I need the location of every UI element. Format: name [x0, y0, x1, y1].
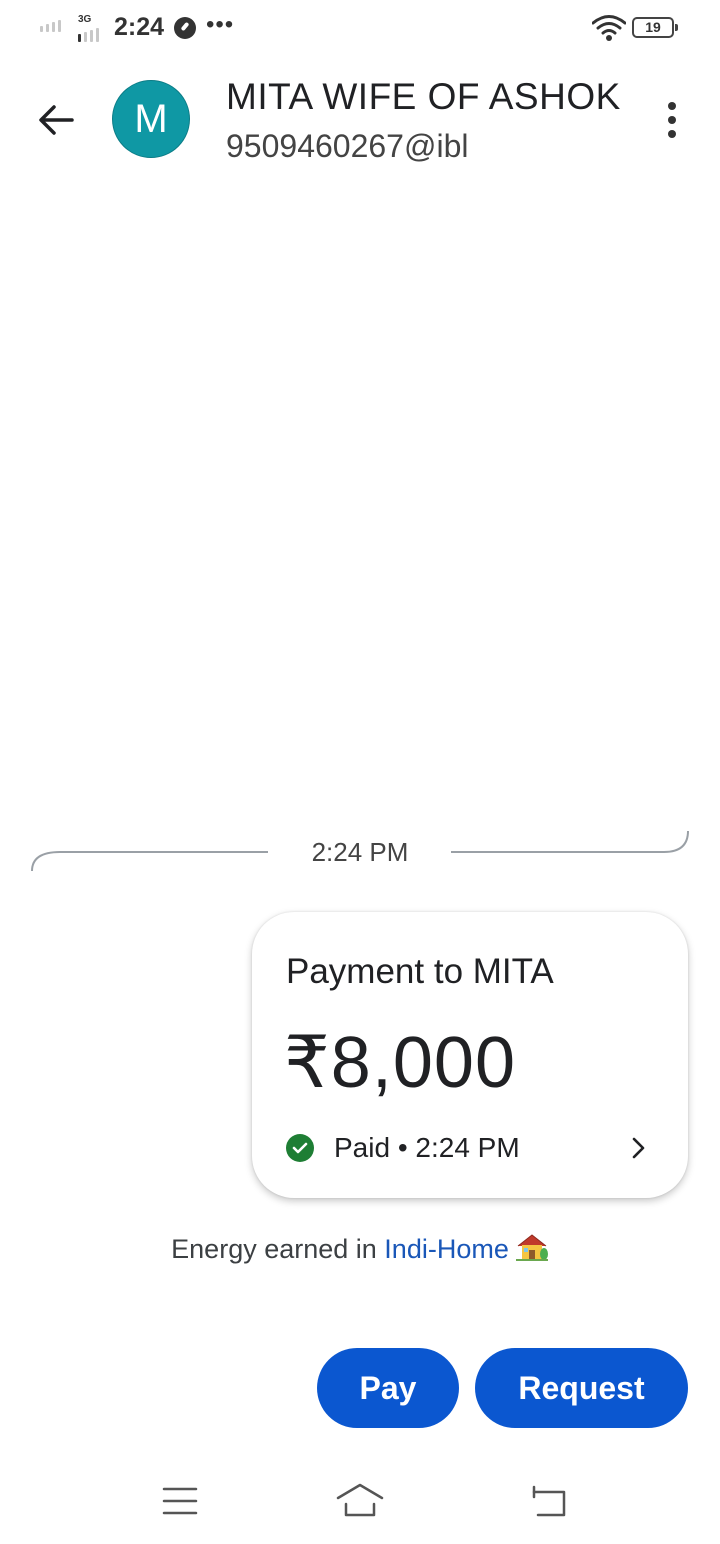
- battery-icon: 19: [632, 17, 678, 38]
- speedometer-icon: [174, 17, 196, 39]
- pay-button[interactable]: Pay: [317, 1348, 459, 1428]
- wifi-icon: [592, 15, 626, 41]
- status-bar: 3G 2:24 ••• 19: [0, 0, 720, 60]
- request-button[interactable]: Request: [475, 1348, 688, 1428]
- home-icon[interactable]: [336, 1482, 384, 1518]
- contact-name[interactable]: MITA WIFE OF ASHOK: [226, 76, 621, 118]
- avatar-letter: M: [134, 96, 168, 141]
- contact-upi-id: 9509460267@ibl: [226, 128, 469, 164]
- overflow-menu-button[interactable]: [650, 94, 694, 146]
- more-notifications-icon: •••: [206, 11, 235, 38]
- back-nav-icon[interactable]: [530, 1484, 568, 1518]
- payment-card[interactable]: Payment to MITA ₹8,000 Paid • 2:24 PM: [252, 912, 688, 1198]
- signal-strength-icon: [40, 20, 61, 32]
- payment-status: Paid • 2:24 PM: [286, 1132, 520, 1164]
- menu-icon[interactable]: [162, 1486, 198, 1516]
- battery-level: 19: [645, 19, 661, 35]
- timestamp-divider: 2:24 PM: [0, 825, 720, 885]
- house-icon: [515, 1234, 548, 1261]
- status-time: 2:24: [114, 13, 165, 41]
- indi-home-link[interactable]: Indi-Home: [384, 1234, 509, 1264]
- payment-status-text: Paid • 2:24 PM: [334, 1132, 520, 1163]
- chevron-right-icon: [632, 1137, 645, 1159]
- chat-header: M MITA WIFE OF ASHOK 9509460267@ibl: [0, 60, 720, 190]
- network-type-label: 3G: [78, 14, 92, 25]
- avatar[interactable]: M: [112, 80, 190, 158]
- arrow-left-icon: [39, 105, 74, 135]
- more-vert-icon: [668, 102, 676, 110]
- check-circle-icon: [286, 1134, 314, 1162]
- energy-note-text: Energy earned in: [171, 1234, 385, 1264]
- energy-note: Energy earned in Indi-Home: [0, 1232, 720, 1265]
- divider-time: 2:24 PM: [311, 837, 409, 867]
- payment-amount: ₹8,000: [284, 1023, 516, 1103]
- payment-title: Payment to MITA: [286, 952, 554, 991]
- back-button[interactable]: [32, 96, 80, 144]
